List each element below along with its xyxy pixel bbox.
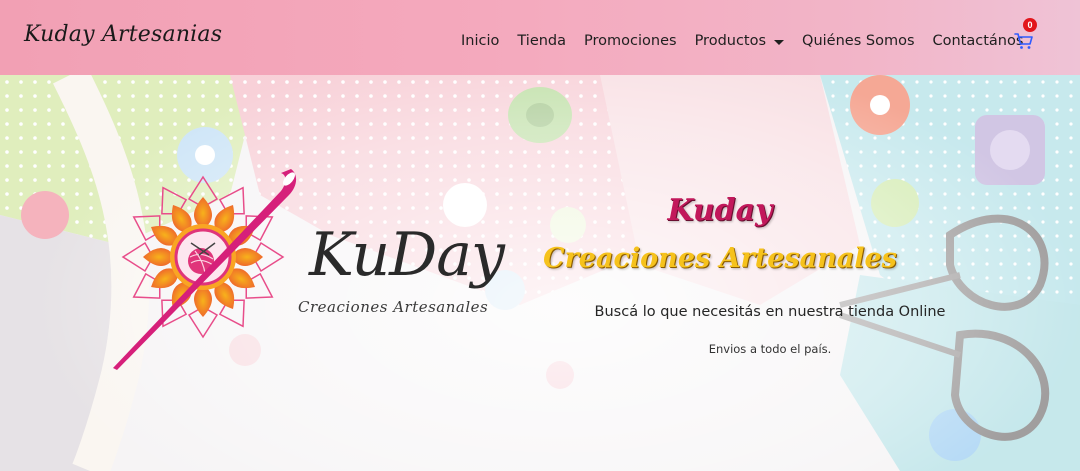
hero-subtitle: Creaciones Artesanales xyxy=(543,243,897,274)
nav-contacto[interactable]: Contactános xyxy=(933,33,1024,49)
kuday-flower-needle-logo xyxy=(113,169,297,370)
nav-inicio[interactable]: Inicio xyxy=(461,33,499,49)
nav-promociones[interactable]: Promociones xyxy=(584,33,677,49)
brand-logo-text[interactable]: Kuday Artesanias xyxy=(24,22,222,47)
hero-title: Kuday xyxy=(667,193,773,228)
nav-productos-label: Productos xyxy=(694,33,767,49)
hero-lead-text: Buscá lo que necesitás en nuestra tienda… xyxy=(594,304,946,320)
cart-count-badge: 0 xyxy=(1023,18,1037,32)
logo-wordmark: KuDay xyxy=(309,220,505,290)
nav-tienda[interactable]: Tienda xyxy=(517,33,566,49)
main-nav: Inicio Tienda Promociones Productos Quié… xyxy=(461,33,1041,49)
nav-quienes-somos[interactable]: Quiénes Somos xyxy=(802,33,914,49)
hero-shipping-note: Envios a todo el país. xyxy=(708,342,832,356)
logo-tagline: Creaciones Artesanales xyxy=(298,298,489,316)
hero-banner: KuDay Creaciones Artesanales Kuday Creac… xyxy=(0,75,1080,471)
caret-down-icon xyxy=(774,39,785,45)
shopping-cart-icon[interactable] xyxy=(1014,32,1034,50)
top-navbar: Kuday Artesanias Inicio Tienda Promocion… xyxy=(0,0,1080,75)
nav-productos-dropdown[interactable]: Productos xyxy=(694,33,785,49)
